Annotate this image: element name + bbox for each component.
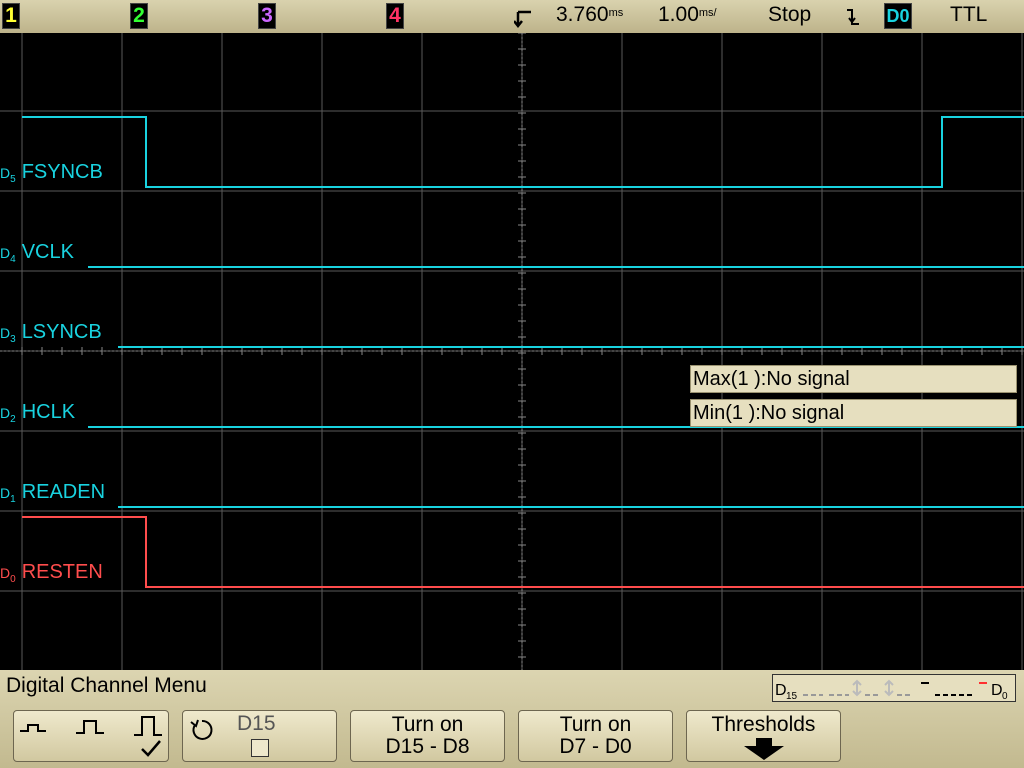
channel-name: RESTEN — [21, 561, 103, 583]
medium-size-icon — [76, 720, 104, 734]
channel-id-sub: 0 — [10, 574, 16, 585]
timebase-readout: 1.00ms/ — [658, 2, 717, 28]
channel-id: D — [0, 565, 11, 581]
measurement-max[interactable]: Max(1 ):No signal — [690, 365, 1017, 393]
channel-select-softkey[interactable]: D15 — [182, 710, 337, 762]
channel-name: FSYNCB — [21, 161, 103, 183]
large-size-icon — [134, 716, 162, 736]
channel-id: D — [0, 485, 11, 501]
channel-id-sub: 1 — [10, 494, 16, 505]
menu-title: Digital Channel Menu — [6, 674, 207, 697]
down-arrow-icon — [743, 738, 784, 760]
turn-on-d15-d8-softkey[interactable]: Turn on D15 - D8 — [350, 710, 505, 762]
size-options — [20, 716, 162, 757]
activity-left-sub: 15 — [786, 691, 798, 701]
graticule — [0, 33, 1024, 670]
channel-id: D — [0, 325, 11, 341]
channel-id: D — [0, 165, 11, 181]
channel-label-d1[interactable]: D1 READEN — [0, 481, 105, 507]
size-softkey[interactable] — [13, 710, 169, 762]
status-bar: 1 2 3 4 3.760ms 1.00ms/ Stop D0 TTL — [0, 0, 1024, 33]
channel-id-sub: 2 — [10, 414, 16, 425]
channel-name: READEN — [21, 481, 106, 503]
turn-on-high-line1: Turn on — [391, 713, 464, 736]
channel-id: D — [0, 405, 11, 421]
turn-on-high-line2: D15 - D8 — [385, 735, 470, 758]
checkmark-icon — [141, 740, 161, 757]
waveform-display[interactable]: D5 FSYNCB D4 VCLK D3 LSYNCB D2 HCLK D1 READEN D0 RE… — [0, 33, 1024, 670]
timebase-unit: ms/ — [698, 7, 717, 19]
channel-label-d4[interactable]: D4 VCLK — [0, 241, 74, 267]
threshold-label: TTL — [950, 3, 988, 26]
channel-id-sub: 5 — [10, 174, 16, 185]
thresholds-label: Thresholds — [711, 713, 816, 736]
delay-readout: 3.760ms — [556, 2, 623, 28]
thresholds-softkey[interactable]: Thresholds — [686, 710, 841, 762]
channel-2-indicator[interactable]: 2 — [130, 3, 148, 29]
channel-name: HCLK — [21, 401, 76, 423]
checkbox-icon[interactable] — [251, 739, 269, 757]
trigger-position-icon — [514, 10, 531, 29]
small-size-icon — [20, 724, 46, 732]
delay-unit: ms — [608, 7, 624, 19]
channel-name: VCLK — [21, 241, 74, 263]
channel-3-indicator[interactable]: 3 — [258, 3, 276, 29]
turn-on-low-line1: Turn on — [559, 713, 632, 736]
channel-4-indicator[interactable]: 4 — [386, 3, 404, 29]
timebase-value: 1.00 — [658, 3, 699, 26]
activity-left-label: D — [775, 682, 787, 699]
channel-id-sub: 3 — [10, 334, 16, 345]
delay-value: 3.760 — [556, 3, 609, 26]
trigger-source[interactable]: D0 — [884, 3, 912, 29]
channel-select-label: D15 — [237, 712, 276, 735]
channel-name: LSYNCB — [21, 321, 102, 343]
run-state: Stop — [768, 3, 812, 26]
channel-label-d5[interactable]: D5 FSYNCB — [0, 161, 103, 187]
channel-activity-icon: D 15 D 0 — [775, 679, 1008, 702]
channel-label-d3[interactable]: D3 LSYNCB — [0, 321, 102, 347]
falling-edge-icon — [847, 9, 859, 25]
measurement-min[interactable]: Min(1 ):No signal — [690, 399, 1017, 427]
channel-id: D — [0, 245, 11, 261]
trigger-source-label: D0 — [886, 6, 910, 26]
activity-right-sub: 0 — [1002, 691, 1008, 701]
channel-label-d0[interactable]: D0 RESTEN — [0, 561, 103, 587]
softkey-menu: Digital Channel Menu D 15 D 0 D15 Turn o… — [0, 670, 1024, 768]
channel-1-indicator[interactable]: 1 — [2, 3, 20, 29]
channel-id-sub: 4 — [10, 254, 16, 265]
turn-on-d7-d0-softkey[interactable]: Turn on D7 - D0 — [518, 710, 673, 762]
rotate-knob-icon — [190, 719, 213, 740]
activity-indicator: D 15 D 0 — [772, 674, 1016, 702]
channel-label-d2[interactable]: D2 HCLK — [0, 401, 75, 427]
activity-right-label: D — [991, 682, 1003, 699]
turn-on-low-line2: D7 - D0 — [559, 735, 632, 758]
